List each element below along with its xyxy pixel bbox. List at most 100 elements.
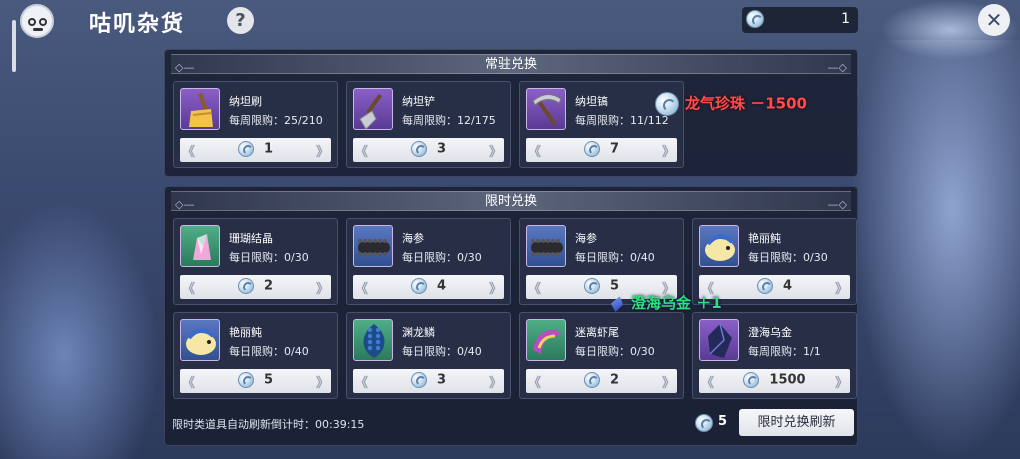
purchase-limit: 每周限购：1/1 xyxy=(748,345,821,358)
purchase-limit: 每日限购：0/40 xyxy=(229,345,309,358)
item-price: 3 xyxy=(436,141,447,157)
item-price: 1 xyxy=(263,141,274,157)
item-name: 海参 xyxy=(402,232,424,245)
coral-crystal-icon xyxy=(180,225,220,267)
item-price: 5 xyxy=(263,372,274,388)
item-name: 珊瑚结晶 xyxy=(229,232,273,245)
item-name: 澄海乌金 xyxy=(748,326,792,339)
shop-owner-avatar-icon xyxy=(20,4,54,38)
purchase-limit: 每日限购：0/40 xyxy=(402,345,482,358)
dragon-pearl-icon xyxy=(655,92,679,116)
item-price: 4 xyxy=(782,278,793,294)
currency-balance: 1 xyxy=(742,7,858,33)
buy-button[interactable]: 《 3 》 xyxy=(353,369,504,393)
dark-gold-gem-icon xyxy=(609,294,626,313)
refresh-cost: 5 xyxy=(718,414,728,429)
shop-item-card[interactable]: 澄海乌金 每周限购：1/1 《 1500 》 xyxy=(692,312,857,399)
limited-exchange-panel: ◇— 限时兑换 —◇ 珊瑚结晶 每日限购：0/30 《 2 》海参 每日限购：0/30 《 4… xyxy=(164,186,858,446)
item-name: 纳坦铲 xyxy=(402,95,435,108)
item-price: 4 xyxy=(436,278,447,294)
buy-button[interactable]: 《 1500 》 xyxy=(699,369,850,393)
dragon-pearl-icon xyxy=(410,278,427,294)
ornament-icon: ◇— xyxy=(175,198,195,211)
refresh-countdown: 限时类道具自动刷新倒计时：00:39:15 xyxy=(172,418,365,431)
currency-count: 1 xyxy=(841,11,850,27)
ornament-icon: —◇ xyxy=(827,61,847,74)
shop-item-card[interactable]: 艳丽鲀 每日限购：0/40 《 5 》 xyxy=(173,312,338,399)
dragon-pearl-icon xyxy=(410,141,427,157)
buy-button[interactable]: 《 3 》 xyxy=(353,138,504,162)
buy-button[interactable]: 《 2 》 xyxy=(526,369,677,393)
dark-gold-gem-icon xyxy=(699,319,739,361)
dragon-pearl-icon xyxy=(237,372,254,388)
spent-notification: 龙气珍珠 －1500 xyxy=(655,92,807,116)
item-name: 艳丽鲀 xyxy=(748,232,781,245)
purchase-limit: 每日限购：0/40 xyxy=(575,251,655,264)
dragon-pearl-icon xyxy=(746,10,764,28)
brush-icon xyxy=(180,88,220,130)
shop-item-card[interactable]: 渊龙鳞 每日限购：0/40 《 3 》 xyxy=(346,312,511,399)
dragon-pearl-icon xyxy=(237,141,254,157)
ornament-icon: —◇ xyxy=(827,198,847,211)
item-name: 纳坦刷 xyxy=(229,95,262,108)
chevron-right-icon: 》 xyxy=(488,376,502,391)
dragon-pearl-icon xyxy=(410,372,427,388)
shrimp-tail-icon xyxy=(526,319,566,361)
item-name: 迷离虾尾 xyxy=(575,326,619,339)
chevron-right-icon: 》 xyxy=(315,145,329,160)
purchase-limit: 每周限购：25/210 xyxy=(229,114,323,127)
chevron-right-icon: 》 xyxy=(834,282,848,297)
purchase-limit: 每日限购：0/30 xyxy=(575,345,655,358)
chevron-right-icon: 》 xyxy=(661,145,675,160)
top-bar: 咕叽杂货 ? 1 ✕ xyxy=(0,0,1020,44)
buy-button[interactable]: 《 1 》 xyxy=(180,138,331,162)
shop-item-card[interactable]: 纳坦铲每周限购：12/175 《 3 》 xyxy=(346,81,511,168)
panel-heading: ◇— 常驻兑换 —◇ xyxy=(171,54,851,74)
dragon-pearl-icon xyxy=(583,278,600,294)
sea-cucumber-icon xyxy=(353,225,393,267)
item-price: 7 xyxy=(609,141,620,157)
item-price: 2 xyxy=(263,278,274,294)
chevron-right-icon: 》 xyxy=(488,282,502,297)
chevron-right-icon: 》 xyxy=(315,282,329,297)
dragon-pearl-icon xyxy=(743,372,760,388)
dragon-pearl-icon xyxy=(756,278,773,294)
buy-button[interactable]: 《 5 》 xyxy=(180,369,331,393)
dragon-pearl-icon xyxy=(583,372,600,388)
pufferfish-icon xyxy=(180,319,220,361)
buy-button[interactable]: 《 4 》 xyxy=(353,275,504,299)
buy-button[interactable]: 《 7 》 xyxy=(526,138,677,162)
ornament-icon: ◇— xyxy=(175,61,195,74)
shop-item-card[interactable]: 海参 每日限购：0/30 《 4 》 xyxy=(346,218,511,305)
pufferfish-icon xyxy=(699,225,739,267)
purchase-limit: 每日限购：0/30 xyxy=(229,251,309,264)
purchase-limit: 每日限购：0/30 xyxy=(748,251,828,264)
item-price: 2 xyxy=(609,372,620,388)
gained-notification: 澄海乌金 ＋1 xyxy=(611,292,722,313)
purchase-limit: 每周限购：12/175 xyxy=(402,114,496,127)
dragon-pearl-icon xyxy=(237,278,254,294)
chevron-right-icon: 》 xyxy=(834,376,848,391)
pickaxe-icon xyxy=(526,88,566,130)
item-name: 海参 xyxy=(575,232,597,245)
item-name: 纳坦镐 xyxy=(575,95,608,108)
sea-cucumber-icon xyxy=(526,225,566,267)
dragon-pearl-icon xyxy=(583,141,600,157)
help-button[interactable]: ? xyxy=(227,7,254,34)
buy-button[interactable]: 《 2 》 xyxy=(180,275,331,299)
close-button[interactable]: ✕ xyxy=(978,4,1010,36)
shop-item-card[interactable]: 纳坦刷 每周限购：25/210 《 1 》 xyxy=(173,81,338,168)
chevron-right-icon: 》 xyxy=(661,376,675,391)
item-price: 1500 xyxy=(769,372,806,388)
panel-heading: ◇— 限时兑换 —◇ xyxy=(171,191,851,211)
chevron-right-icon: 》 xyxy=(315,376,329,391)
refresh-limited-button[interactable]: 限时兑换刷新 xyxy=(739,409,854,436)
item-price: 3 xyxy=(436,372,447,388)
shovel-icon xyxy=(353,88,393,130)
item-name: 艳丽鲀 xyxy=(229,326,262,339)
shop-item-card[interactable]: 迷离虾尾 每日限购：0/30 《 2 》 xyxy=(519,312,684,399)
item-name: 渊龙鳞 xyxy=(402,326,435,339)
shop-item-card[interactable]: 珊瑚结晶 每日限购：0/30 《 2 》 xyxy=(173,218,338,305)
shop-title: 咕叽杂货 xyxy=(89,12,186,37)
scrollbar[interactable] xyxy=(12,20,16,72)
